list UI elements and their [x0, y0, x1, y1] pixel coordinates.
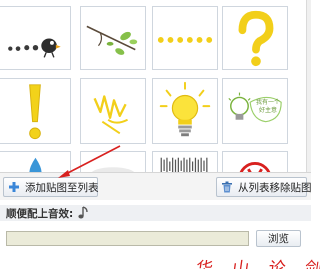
sticker-blur[interactable]	[80, 151, 146, 172]
trash-icon	[222, 181, 232, 193]
browse-button[interactable]: 浏览	[256, 230, 301, 247]
question-mark-icon	[238, 10, 274, 67]
music-note-icon	[78, 206, 88, 219]
remove-sticker-label: 从列表移除贴图	[238, 181, 312, 194]
blur-icon	[91, 167, 135, 172]
sticker-leafy-branch[interactable]	[80, 6, 146, 70]
sticker-red-stamp[interactable]	[222, 151, 288, 172]
scribble-icon	[93, 95, 128, 135]
sticker-water-drop[interactable]	[0, 151, 71, 172]
glitch-icon	[160, 157, 208, 172]
lightbulb-icon	[159, 81, 211, 137]
sticker-idea-bulb[interactable]: 我有一个好主意	[222, 78, 288, 144]
sticker-scribble[interactable]	[80, 78, 146, 144]
sticker-ant-trail[interactable]	[0, 6, 71, 70]
exclamation-mark-icon	[29, 84, 41, 140]
water-drop-icon	[29, 157, 42, 172]
red-stamp-icon	[239, 161, 271, 172]
remove-sticker-button[interactable]: 从列表移除贴图	[216, 177, 312, 197]
grid-scrollbar[interactable]	[306, 0, 311, 172]
sticker-exclamation-mark[interactable]	[0, 78, 71, 144]
add-sticker-button[interactable]: 添加贴图至列表	[3, 177, 99, 197]
handwritten-annotation: 华 山 论 剑	[194, 259, 320, 269]
yellow-dots-icon	[157, 37, 213, 43]
music-label: 顺便配上音效:	[6, 207, 74, 220]
sticker-panel: 我有一个好主意 添加贴图至列表 从列表移除贴图 顺便配上音效: 浏览 华 山 论…	[0, 0, 320, 269]
sticker-lightbulb[interactable]	[152, 78, 218, 144]
ant-trail-icon	[8, 38, 61, 58]
idea-bulb-text: 我有一个好主意	[255, 99, 280, 114]
leafy-branch-icon	[86, 25, 138, 55]
sticker-glitch[interactable]	[152, 151, 218, 172]
plus-icon	[9, 182, 19, 192]
sticker-toolbar: 添加贴图至列表 从列表移除贴图	[0, 172, 312, 200]
music-section-header: 顺便配上音效:	[0, 205, 311, 221]
add-sticker-label: 添加贴图至列表	[25, 181, 99, 194]
sticker-question-mark[interactable]	[222, 6, 288, 70]
sticker-yellow-dots[interactable]	[152, 6, 218, 70]
sound-file-path-input[interactable]	[6, 231, 249, 246]
sticker-grid: 我有一个好主意	[0, 0, 306, 172]
